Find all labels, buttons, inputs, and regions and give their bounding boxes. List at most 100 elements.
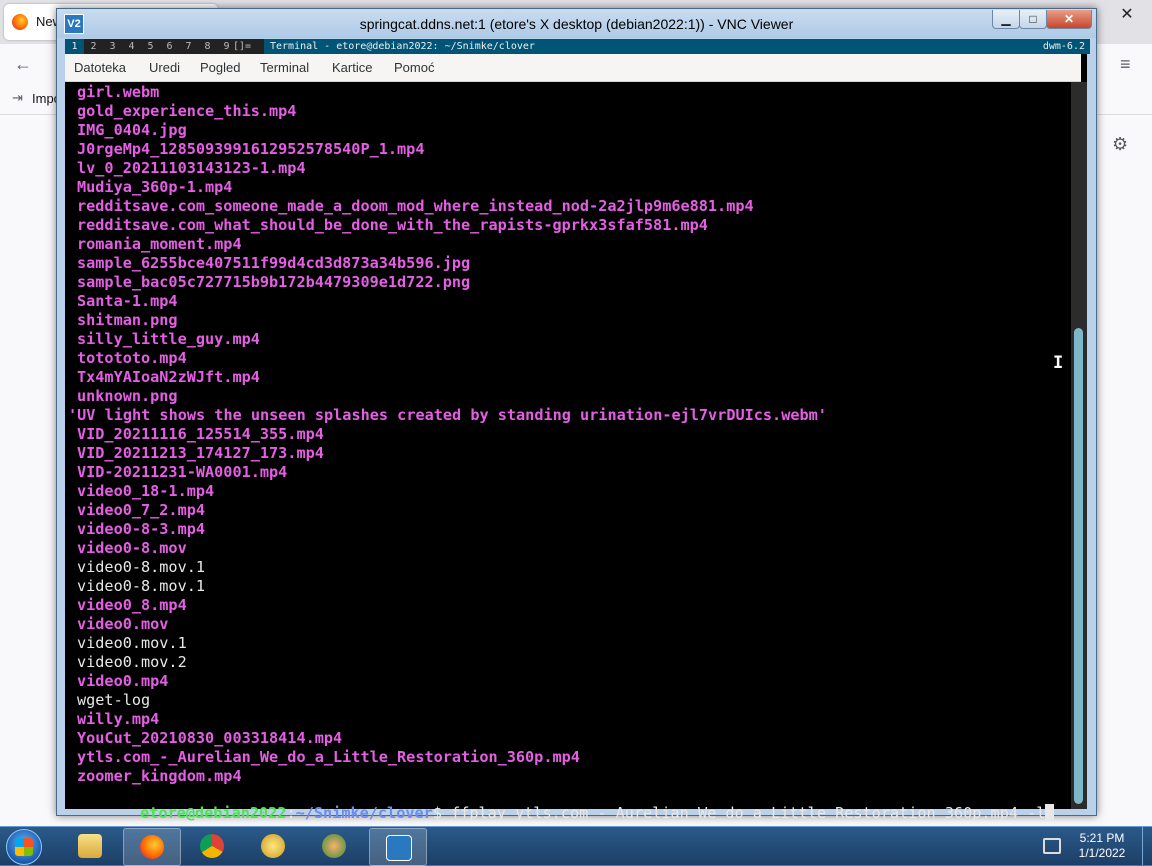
terminal-line: video0.mp4	[77, 672, 169, 690]
command-input[interactable]: ffplay ytls.com_-_Aurelian_We_do_a_Littl…	[451, 804, 1045, 822]
terminal-output[interactable]: girl.webm gold_experience_this.mp4 IMG_040…	[65, 82, 1071, 822]
dwm-layout-symbol[interactable]: []=	[233, 39, 251, 54]
back-arrow-icon[interactable]: ←	[14, 54, 32, 75]
terminal-line: VID-20211231-WA0001.mp4	[77, 463, 288, 481]
dwm-window-title: Terminal - etore@debian2022: ~/Snimke/cl…	[270, 41, 535, 52]
dwm-tag-1[interactable]: 1	[65, 39, 84, 54]
terminal-line: video0-8.mov.1	[77, 558, 206, 576]
terminal-line: J0rgeMp4_1285093991612952578540P_1.mp4	[77, 140, 425, 158]
menu-pogled[interactable]: Pogled	[200, 60, 240, 75]
minimize-button[interactable]: ▁	[992, 10, 1020, 29]
terminal-line: Tx4mYAIoaN2zWJft.mp4	[77, 368, 260, 386]
terminal-line: redditsave.com_what_should_be_done_with_…	[77, 216, 708, 234]
terminal-line: silly_little_guy.mp4	[77, 330, 260, 348]
browser-close-button[interactable]: ✕	[1104, 0, 1150, 30]
menu-datoteka[interactable]: Datoteka	[74, 60, 126, 75]
explorer-icon	[78, 834, 102, 858]
terminal-line: video0-8.mov.1	[77, 577, 206, 595]
taskbar-app[interactable]	[245, 828, 301, 864]
terminal-scrollbar[interactable]	[1071, 82, 1087, 809]
terminal-line: shitman.png	[77, 311, 178, 329]
taskbar-vnc-viewer[interactable]	[369, 828, 427, 866]
terminal-menubar: Datoteka Uredi Pogled Terminal Kartice P…	[65, 54, 1081, 82]
terminal-prompt-line[interactable]: etore@debian2022:~/Snimke/clover$ ffplay…	[67, 785, 1055, 822]
vnc-titlebar[interactable]: V2 springcat.ddns.net:1 (etore's X deskt…	[57, 9, 1096, 38]
clock-time: 5:21 PM	[1079, 831, 1125, 845]
windows-logo-icon	[15, 838, 33, 856]
app-icon	[261, 834, 285, 858]
terminal-line: unknown.png	[77, 387, 178, 405]
terminal-line: video0_7_2.mp4	[77, 501, 206, 519]
close-button[interactable]: ✕	[1046, 10, 1092, 29]
terminal-line: IMG_0404.jpg	[77, 121, 187, 139]
maximize-button[interactable]: □	[1019, 10, 1047, 29]
show-desktop-button[interactable]	[1142, 827, 1152, 865]
dwm-tag-3[interactable]: 3	[103, 39, 122, 54]
import-icon[interactable]: ⇥	[12, 90, 23, 106]
prompt-symbol: $	[432, 804, 452, 822]
dwm-tag-5[interactable]: 5	[141, 39, 160, 54]
terminal-line: sample_bac05c727715b9b172b4479309e1d722.…	[77, 273, 471, 291]
terminal-line: Santa-1.mp4	[77, 292, 178, 310]
dwm-status-text: dwm-6.2	[1042, 39, 1087, 54]
dwm-window-title-bar: Terminal - etore@debian2022: ~/Snimke/cl…	[264, 39, 1090, 54]
terminal-line: willy.mp4	[77, 710, 160, 728]
terminal-line: sample_6255bce407511f99d4cd3d873a34b596.…	[77, 254, 471, 272]
terminal-line: redditsave.com_someone_made_a_doom_mod_w…	[77, 197, 754, 215]
network-icon[interactable]	[1043, 838, 1061, 854]
prompt-path: ~/Snimke/clover	[295, 804, 433, 822]
terminal-line: Mudiya_360p-1.mp4	[77, 178, 233, 196]
vnc-viewer-window: V2 springcat.ddns.net:1 (etore's X deskt…	[56, 8, 1097, 822]
windows-taskbar: 5:21 PM 1/1/2022	[0, 826, 1152, 866]
system-clock[interactable]: 5:21 PM 1/1/2022	[1072, 831, 1132, 861]
terminal-line: video0-8.mov	[77, 539, 187, 557]
prompt-user-host: etore@debian2022	[140, 804, 287, 822]
terminal-line: video0-8-3.mp4	[77, 520, 206, 538]
ibeam-cursor-icon: I	[1053, 353, 1064, 373]
dwm-tag-8[interactable]: 8	[198, 39, 217, 54]
terminal-line: 'UV light shows the unseen splashes crea…	[68, 406, 827, 424]
media-icon	[322, 834, 346, 858]
terminal-line: wget-log	[77, 691, 151, 709]
menu-kartice[interactable]: Kartice	[332, 60, 372, 75]
scrollbar-thumb[interactable]	[1074, 328, 1083, 804]
menu-pomoc[interactable]: Pomoć	[394, 60, 434, 75]
taskbar-media[interactable]	[306, 828, 362, 864]
text-cursor	[1045, 804, 1055, 821]
terminal-line: VID_20211213_174127_173.mp4	[77, 444, 324, 462]
firefox-icon	[12, 14, 28, 30]
menu-uredi[interactable]: Uredi	[149, 60, 180, 75]
terminal-line: romania_moment.mp4	[77, 235, 242, 253]
terminal-line: girl.webm	[77, 83, 160, 101]
gear-icon[interactable]: ⚙	[1112, 134, 1128, 155]
taskbar-explorer[interactable]	[62, 828, 118, 864]
dwm-tag-7[interactable]: 7	[179, 39, 198, 54]
terminal-line: video0.mov.2	[77, 653, 187, 671]
dwm-status-bar: 1 2 3 4 5 6 7 8 9 []= Terminal - etore@d…	[65, 39, 1090, 54]
firefox-icon	[140, 835, 164, 859]
terminal-line: video0_18-1.mp4	[77, 482, 215, 500]
taskbar-firefox[interactable]	[123, 828, 181, 866]
remote-x-desktop[interactable]: 1 2 3 4 5 6 7 8 9 []= Terminal - etore@d…	[65, 39, 1090, 822]
terminal-line: gold_experience_this.mp4	[77, 102, 297, 120]
terminal-line: video0_8.mp4	[77, 596, 187, 614]
terminal-line: video0.mov.1	[77, 634, 187, 652]
hamburger-menu-icon[interactable]: ≡	[1120, 54, 1131, 75]
terminal-line: YouCut_20210830_003318414.mp4	[77, 729, 343, 747]
dwm-tag-2[interactable]: 2	[84, 39, 103, 54]
terminal-line: VID_20211116_125514_355.mp4	[77, 425, 324, 443]
terminal-line: lv_0_20211103143123-1.mp4	[77, 159, 306, 177]
vnc-window-title: springcat.ddns.net:1 (etore's X desktop …	[359, 16, 794, 32]
terminal-line: video0.mov	[77, 615, 169, 633]
dwm-tag-6[interactable]: 6	[160, 39, 179, 54]
terminal-line: ytls.com_-_Aurelian_We_do_a_Little_Resto…	[77, 748, 580, 766]
menu-terminal[interactable]: Terminal	[260, 60, 309, 75]
clock-date: 1/1/2022	[1078, 846, 1126, 860]
start-button[interactable]	[6, 829, 42, 865]
prompt-separator: :	[286, 804, 296, 822]
terminal-line: zoomer_kingdom.mp4	[77, 767, 242, 785]
chrome-icon	[200, 834, 224, 858]
terminal-line: totototo.mp4	[77, 349, 187, 367]
dwm-tag-4[interactable]: 4	[122, 39, 141, 54]
taskbar-chrome[interactable]	[184, 828, 240, 864]
